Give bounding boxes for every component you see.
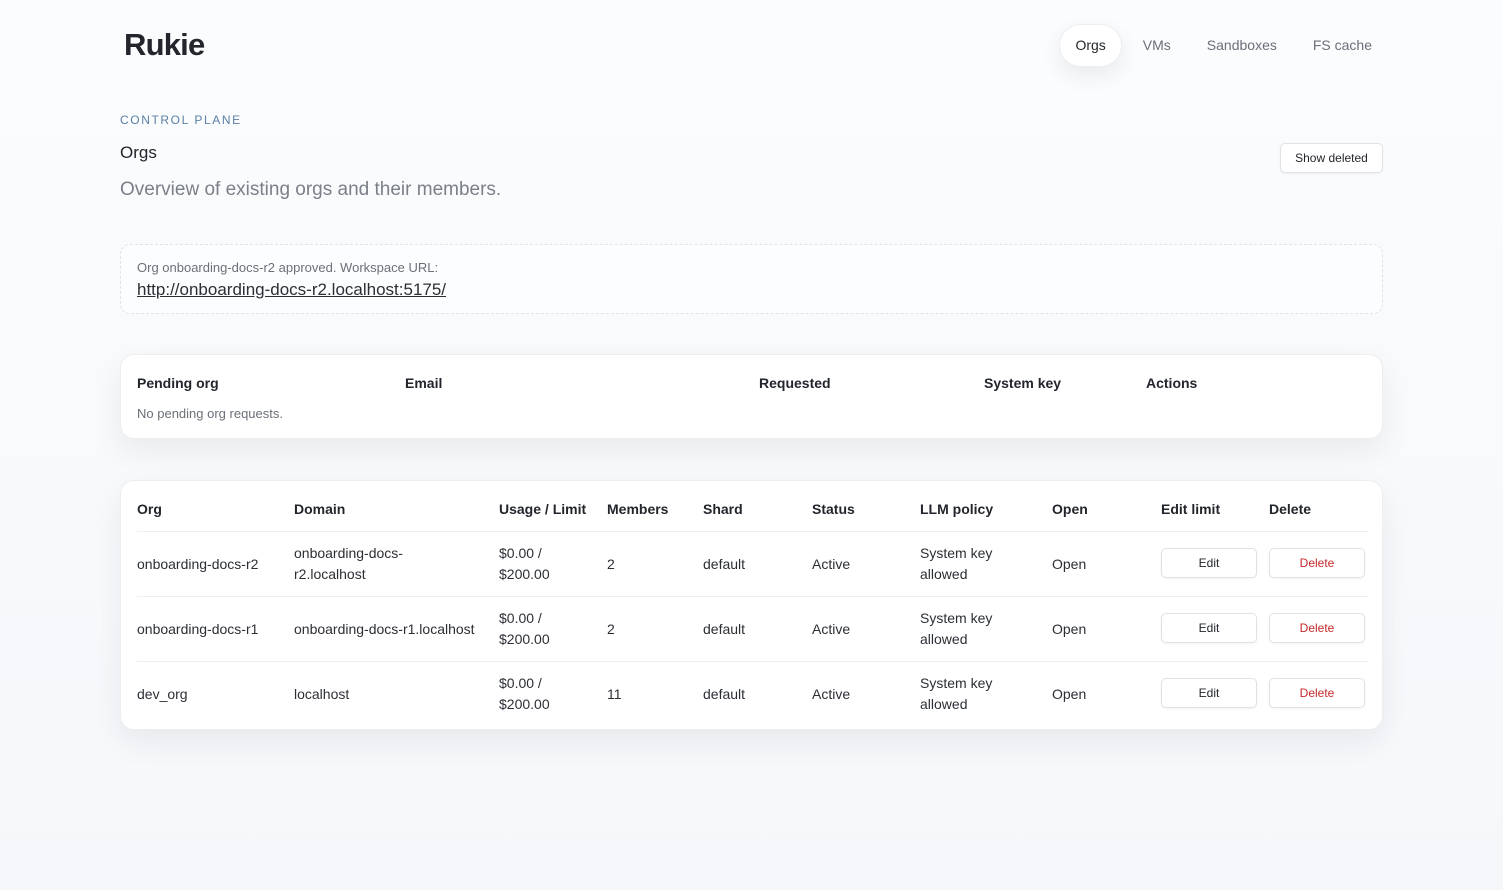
col-edit-limit: Edit limit [1161, 501, 1221, 517]
notice-text: Org onboarding-docs-r2 approved. Workspa… [137, 260, 439, 275]
org-shard: default [703, 686, 746, 702]
org-usage-line: $200.00 [499, 696, 550, 712]
col-status: Status [812, 501, 855, 517]
org-llm-policy: System key allowed [920, 608, 992, 650]
nav-tab-sandboxes[interactable]: Sandboxes [1192, 24, 1292, 67]
org-llm-policy-line: allowed [920, 696, 968, 712]
org-status: Active [812, 556, 851, 572]
org-status: Active [812, 686, 851, 702]
col-system-key: System key [984, 375, 1062, 391]
col-email: Email [405, 375, 443, 391]
org-name: onboarding-docs-r1 [137, 621, 259, 637]
org-members: 2 [607, 556, 615, 572]
org-status: Active [812, 621, 851, 637]
col-usage-limit: Usage / Limit [499, 501, 587, 517]
org-usage: $0.00 / $200.00 [499, 543, 550, 585]
org-llm-policy-line: System key [920, 610, 993, 626]
org-usage-line: $0.00 / [499, 610, 542, 626]
col-open: Open [1052, 501, 1088, 517]
table-row: onboarding-docs-r1 onboarding-docs-r1.lo… [121, 597, 1384, 662]
edit-limit-button[interactable]: Edit [1161, 678, 1257, 708]
org-domain: onboarding-docs-r1.localhost [294, 621, 475, 637]
delete-org-button[interactable]: Delete [1269, 548, 1365, 578]
main-nav: Orgs VMs Sandboxes FS cache [1059, 24, 1387, 67]
edit-limit-button[interactable]: Edit [1161, 613, 1257, 643]
org-members: 2 [607, 621, 615, 637]
org-shard: default [703, 556, 746, 572]
edit-limit-button[interactable]: Edit [1161, 548, 1257, 578]
org-llm-policy: System key allowed [920, 543, 992, 585]
org-usage: $0.00 / $200.00 [499, 608, 550, 650]
org-domain-line: onboarding-docs- [294, 545, 403, 561]
brand-logo[interactable]: Rukie [124, 27, 205, 63]
org-llm-policy-line: System key [920, 675, 993, 691]
org-usage: $0.00 / $200.00 [499, 673, 550, 715]
col-pending-org: Pending org [137, 375, 219, 391]
org-domain: onboarding-docs- r2.localhost [294, 543, 403, 585]
org-name: dev_org [137, 686, 188, 702]
empty-state-text: No pending org requests. [137, 406, 283, 421]
org-usage-line: $200.00 [499, 566, 550, 582]
org-llm-policy-line: System key [920, 545, 993, 561]
col-requested: Requested [759, 375, 831, 391]
org-open: Open [1052, 621, 1087, 637]
nav-tab-vms[interactable]: VMs [1128, 24, 1186, 67]
org-llm-policy: System key allowed [920, 673, 992, 715]
org-members: 11 [607, 686, 622, 702]
workspace-url-link[interactable]: http://onboarding-docs-r2.localhost:5175… [137, 280, 446, 300]
table-row: onboarding-docs-r2 onboarding-docs- r2.l… [121, 532, 1384, 597]
col-llm-policy: LLM policy [920, 501, 994, 517]
col-members: Members [607, 501, 669, 517]
page-subtitle: Overview of existing orgs and their memb… [120, 179, 502, 200]
page-title: Orgs [120, 143, 157, 162]
col-shard: Shard [703, 501, 743, 517]
org-shard: default [703, 621, 746, 637]
col-org: Org [137, 501, 162, 517]
col-delete: Delete [1269, 501, 1312, 517]
org-usage-line: $0.00 / [499, 545, 542, 561]
orgs-table: Org Domain Usage / Limit Members Shard S… [120, 480, 1383, 730]
col-domain: Domain [294, 501, 346, 517]
pending-orgs-table: Pending org Email Requested System key A… [120, 354, 1383, 439]
org-open: Open [1052, 556, 1087, 572]
org-domain: localhost [294, 686, 350, 702]
table-row: dev_org localhost $0.00 / $200.00 11 def… [121, 662, 1384, 727]
col-actions: Actions [1146, 375, 1198, 391]
show-deleted-button[interactable]: Show deleted [1280, 143, 1383, 173]
delete-org-button[interactable]: Delete [1269, 613, 1365, 643]
org-llm-policy-line: allowed [920, 631, 968, 647]
org-name: onboarding-docs-r2 [137, 556, 259, 572]
section-eyebrow: CONTROL PLANE [120, 113, 242, 127]
delete-org-button[interactable]: Delete [1269, 678, 1365, 708]
org-usage-line: $0.00 / [499, 675, 542, 691]
nav-tab-fs-cache[interactable]: FS cache [1298, 24, 1387, 67]
top-bar: Rukie Orgs VMs Sandboxes FS cache [0, 0, 1503, 92]
org-open: Open [1052, 686, 1087, 702]
org-usage-line: $200.00 [499, 631, 550, 647]
nav-tab-orgs[interactable]: Orgs [1059, 24, 1122, 67]
org-llm-policy-line: allowed [920, 566, 968, 582]
approval-notice: Org onboarding-docs-r2 approved. Workspa… [120, 244, 1383, 314]
org-domain-line: r2.localhost [294, 566, 366, 582]
